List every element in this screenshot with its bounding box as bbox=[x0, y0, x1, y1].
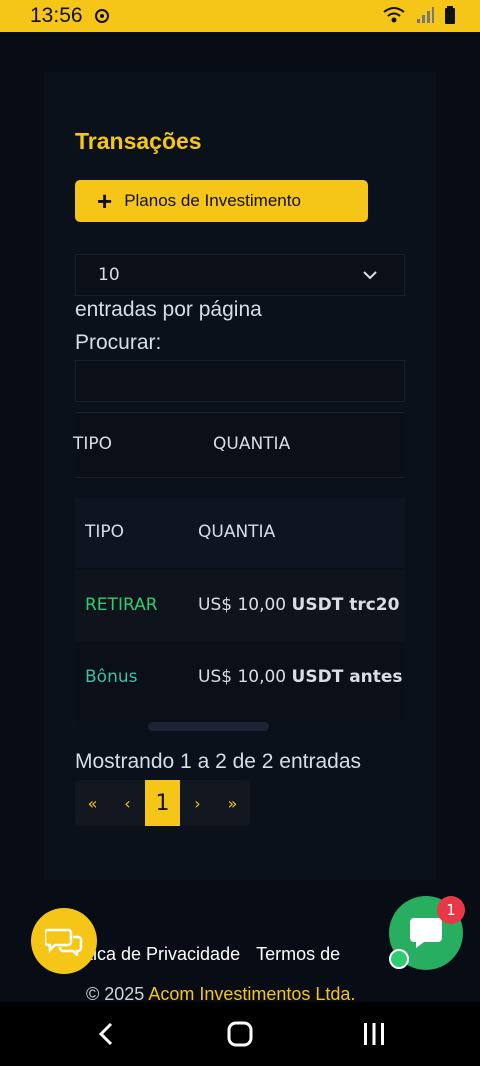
plus-icon: + bbox=[97, 186, 113, 216]
home-button[interactable] bbox=[220, 1014, 260, 1054]
table-header-sticky: TIPO QUANTIA bbox=[73, 412, 405, 478]
terms-link[interactable]: Termos de bbox=[256, 944, 340, 964]
chat-bubbles-icon bbox=[45, 928, 83, 956]
transactions-table: TIPO QUANTIA RETIRAR US$ 10,00 USDT trc2… bbox=[75, 498, 405, 726]
chevron-down-icon bbox=[363, 271, 377, 280]
status-time: 13:56 bbox=[30, 4, 83, 27]
table-horizontal-scrollbar[interactable] bbox=[148, 722, 269, 731]
first-page-button[interactable]: « bbox=[75, 780, 110, 826]
page-1-button[interactable]: 1 bbox=[145, 780, 180, 826]
support-chat-button[interactable] bbox=[31, 908, 97, 974]
status-bar: 13:56 bbox=[0, 0, 480, 32]
online-status-dot bbox=[389, 949, 409, 969]
next-page-button[interactable]: › bbox=[180, 780, 215, 826]
transaction-amount: US$ 10,00 USDT antes d bbox=[198, 667, 405, 687]
entries-label: entradas por página bbox=[75, 298, 262, 321]
wifi-icon bbox=[383, 7, 405, 23]
company-name: Acom Investimentos Ltda. bbox=[148, 984, 356, 1004]
pagination: « ‹ 1 › » bbox=[75, 780, 250, 826]
signal-icon bbox=[417, 7, 434, 23]
table-row: Bônus US$ 10,00 USDT antes d bbox=[75, 642, 405, 714]
table-info: Mostrando 1 a 2 de 2 entradas bbox=[75, 750, 362, 773]
transaction-type: RETIRAR bbox=[85, 595, 158, 615]
search-label: Procurar: bbox=[75, 331, 162, 354]
previous-page-button[interactable]: ‹ bbox=[110, 780, 145, 826]
status-icons bbox=[382, 6, 456, 24]
back-button[interactable] bbox=[86, 1014, 126, 1054]
recent-apps-icon bbox=[364, 1023, 384, 1045]
search-input[interactable] bbox=[75, 360, 405, 402]
transaction-amount: US$ 10,00 USDT trc20 bbox=[198, 595, 400, 615]
chat-icon bbox=[410, 918, 442, 948]
last-page-button[interactable]: » bbox=[215, 780, 250, 826]
notification-icon bbox=[95, 9, 109, 23]
privacy-policy-link[interactable]: tica de Privacidade bbox=[88, 944, 240, 964]
battery-icon bbox=[445, 6, 455, 24]
investment-plans-button[interactable]: + Planos de Investimento bbox=[75, 180, 368, 222]
android-nav-bar bbox=[0, 1002, 480, 1066]
page-title: Transações bbox=[75, 128, 202, 154]
table-row: RETIRAR US$ 10,00 USDT trc20 bbox=[75, 570, 405, 642]
back-icon bbox=[98, 1022, 113, 1046]
column-header-quantia[interactable]: QUANTIA bbox=[213, 434, 290, 454]
investment-plans-label: Planos de Investimento bbox=[124, 191, 301, 210]
home-icon bbox=[227, 1021, 253, 1047]
transaction-type: Bônus bbox=[85, 667, 138, 687]
entries-per-page-select[interactable]: 10 bbox=[75, 254, 405, 296]
column-header-tipo[interactable]: TIPO bbox=[73, 434, 112, 454]
recent-apps-button[interactable] bbox=[354, 1014, 394, 1054]
column-header-quantia[interactable]: QUANTIA bbox=[198, 522, 275, 542]
footer-links: tica de Privacidade Termos de bbox=[88, 944, 340, 965]
entries-select-value: 10 bbox=[98, 265, 120, 285]
column-header-tipo[interactable]: TIPO bbox=[85, 522, 124, 542]
unread-badge: 1 bbox=[437, 896, 465, 924]
table-header-row: TIPO QUANTIA bbox=[75, 498, 405, 568]
